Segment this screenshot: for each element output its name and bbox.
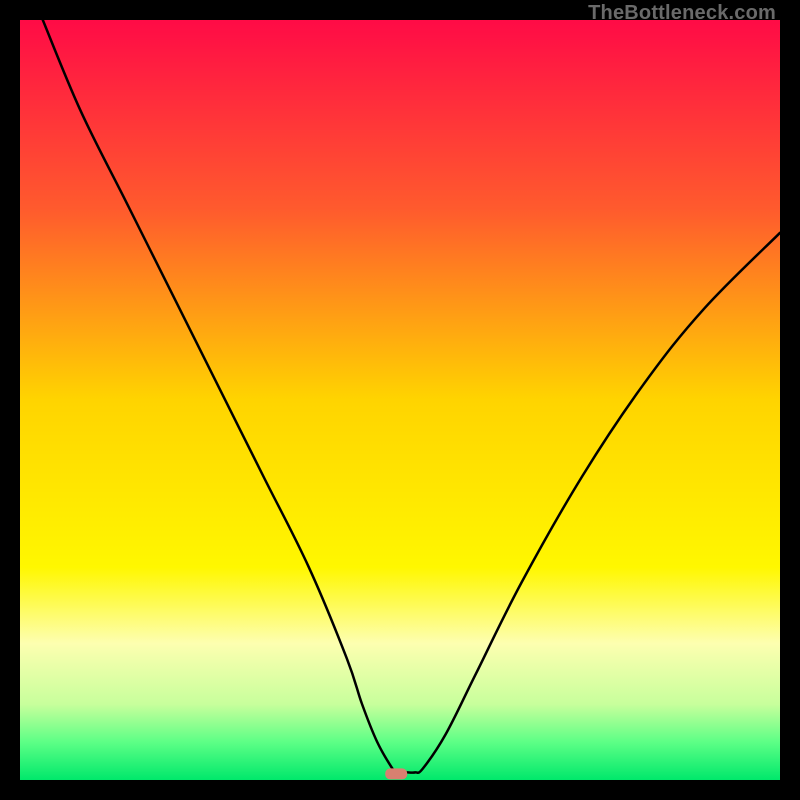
gradient-background <box>20 20 780 780</box>
watermark-text: TheBottleneck.com <box>588 2 776 25</box>
optimal-point-marker <box>385 768 407 779</box>
chart-frame <box>20 20 780 780</box>
bottleneck-chart <box>20 20 780 780</box>
